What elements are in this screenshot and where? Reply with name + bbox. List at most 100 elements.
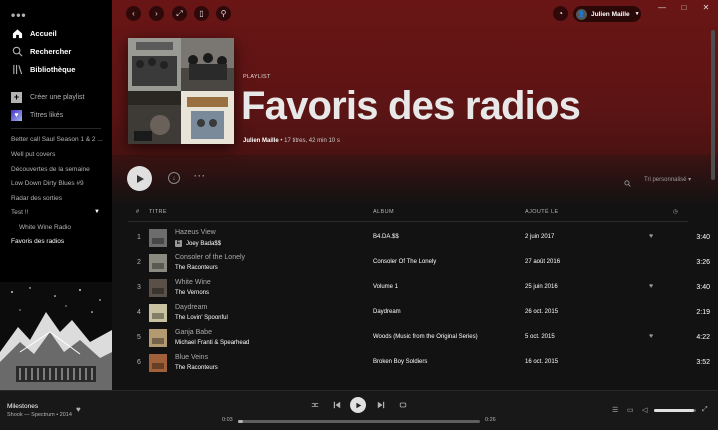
caret-down-icon[interactable]: ▼ (94, 209, 100, 215)
plus-icon: + (11, 92, 22, 103)
track-artist-name[interactable]: The Raconteurs (175, 365, 218, 371)
heart-icon[interactable]: ♥ (649, 233, 653, 240)
skip-back-icon (333, 401, 341, 409)
forward-button[interactable]: › (149, 6, 164, 21)
caret-down-icon: ▼ (634, 11, 640, 17)
track-artist-name[interactable]: The Lovin' Spoonful (175, 315, 228, 321)
track-artist-name[interactable]: Joey Bada$$ (186, 241, 221, 247)
track-album[interactable]: Consoler Of The Lonely (373, 259, 436, 265)
track-artist-name[interactable]: The Raconteurs (175, 265, 218, 271)
fullscreen-button[interactable]: ⤢ (702, 406, 708, 414)
track-title[interactable]: White Wine (175, 279, 211, 286)
track-title[interactable]: Consoler of the Lonely (175, 254, 245, 261)
track-album[interactable]: Broken Boy Soldiers (373, 359, 427, 365)
back-button[interactable]: ‹ (126, 6, 141, 21)
now-playing-cover[interactable] (0, 282, 112, 390)
cover-tile (128, 38, 181, 91)
table-row[interactable]: 6 Blue Veins The Raconteurs Broken Boy Sold… (112, 351, 718, 376)
sort-dropdown[interactable]: Tri personnalisé ▾ (644, 176, 691, 183)
track-title[interactable]: Hazeus View (175, 229, 216, 236)
playlist-search-button[interactable] (624, 174, 631, 192)
link-icon: ⚲ (220, 9, 227, 18)
download-icon: ↓ (172, 174, 176, 182)
playlist-type: PLAYLIST (243, 74, 271, 80)
volume-button[interactable]: ◁ (642, 406, 647, 414)
chevron-right-icon: › (155, 9, 158, 18)
sidebar-divider (11, 128, 101, 129)
devices-icon: ▭ (627, 407, 634, 414)
table-row[interactable]: 2 Consoler of the Lonely The Raconteurs Con… (112, 251, 718, 276)
track-duration: 3:40 (696, 234, 710, 241)
play-button[interactable] (127, 166, 152, 191)
page-title: Favoris des radios (241, 84, 581, 128)
create-playlist-button[interactable]: + Créer une playlist (11, 92, 84, 103)
sidebar-playlist-item[interactable]: Découvertes de la semaine (11, 166, 106, 173)
next-button[interactable] (374, 398, 388, 412)
track-title[interactable]: Blue Veins (175, 354, 208, 361)
col-album[interactable]: ALBUM (373, 209, 394, 215)
track-artist-name[interactable]: The Vernons (175, 290, 209, 296)
track-added-date: 2 juin 2017 (525, 234, 555, 240)
shuffle-button[interactable] (308, 398, 322, 412)
table-row[interactable]: 5 Ganja Babe Michael Franti & Spearhead Woo… (112, 326, 718, 351)
track-title[interactable]: Daydream (175, 304, 207, 311)
sidebar: ••• Accueil Rechercher Bibliothèque + Cr… (0, 0, 112, 390)
download-button[interactable]: ↓ (168, 172, 180, 184)
track-artist[interactable]: The Lovin' Spoonful (175, 315, 228, 321)
progress-bar[interactable] (238, 420, 480, 423)
track-artist-name[interactable]: Michael Franti & Spearhead (175, 340, 249, 346)
track-artist[interactable]: Michael Franti & Spearhead (175, 340, 249, 346)
col-added[interactable]: AJOUTÉ LE (525, 209, 559, 215)
sidebar-playlist-item[interactable]: Radar des sorties (11, 195, 106, 202)
menu-dots-icon[interactable]: ••• (11, 8, 27, 22)
toolbar-button[interactable]: ▯ (194, 6, 209, 21)
heart-icon[interactable]: ♥ (76, 405, 81, 414)
sidebar-folder-item[interactable]: Test !! (11, 209, 106, 216)
sidebar-playlist-item[interactable]: Well put covers (11, 151, 106, 158)
col-title[interactable]: TITRE (149, 209, 167, 215)
now-playing-artist[interactable]: Shook — Spectrum • 2014 (7, 412, 72, 418)
scrollbar[interactable] (711, 30, 715, 180)
close-button[interactable]: ✕ (692, 0, 718, 14)
liked-songs-label: Titres likés (30, 112, 64, 119)
heart-icon[interactable]: ♥ (649, 333, 653, 340)
volume-slider[interactable] (654, 409, 696, 412)
track-artist[interactable]: E Joey Bada$$ (175, 240, 221, 247)
sidebar-playlist-item-active[interactable]: Favoris des radios (11, 238, 106, 245)
heart-icon[interactable]: ♥ (649, 283, 653, 290)
track-album[interactable]: B4.DA.$$ (373, 234, 399, 240)
nav-search[interactable]: Rechercher (11, 45, 71, 57)
play-pause-button[interactable] (350, 397, 366, 413)
user-menu[interactable]: 👤 Julien Maille ▼ (573, 6, 641, 22)
queue-button[interactable]: ☰ (612, 406, 618, 414)
track-artist[interactable]: The Raconteurs (175, 365, 218, 371)
cover-tile (181, 38, 234, 91)
table-row[interactable]: 4 Daydream The Lovin' Spoonful Daydream 26 o… (112, 301, 718, 326)
table-row[interactable]: 1 Hazeus View E Joey Bada$$ B4.DA.$$ 2 juin 2… (112, 226, 718, 251)
track-title[interactable]: Ganja Babe (175, 329, 212, 336)
queue-icon: ☰ (612, 407, 619, 414)
track-artist[interactable]: The Raconteurs (175, 265, 218, 271)
sidebar-playlist-item[interactable]: Better call Saul Season 1 & 2 ... (11, 136, 106, 143)
toolbar-button[interactable]: ⤢ (172, 6, 187, 21)
track-album[interactable]: Woods (Music from the Original Series) (373, 334, 478, 340)
sidebar-playlist-item[interactable]: White Wine Radio (19, 224, 114, 231)
toolbar-button[interactable]: ⚲ (216, 6, 231, 21)
table-row[interactable]: 3 White Wine The Vernons Volume 1 25 juin 20… (112, 276, 718, 301)
notification-button[interactable]: ◔ (553, 6, 568, 21)
more-options-button[interactable]: ··· (194, 171, 206, 181)
nav-home[interactable]: Accueil (11, 27, 57, 39)
track-album[interactable]: Volume 1 (373, 284, 398, 290)
playlist-owner[interactable]: Julien Maille (243, 138, 279, 144)
track-album[interactable]: Daydream (373, 309, 401, 315)
repeat-button[interactable] (396, 398, 410, 412)
sidebar-playlist-item[interactable]: Low Down Dirty Blues #9 (11, 180, 106, 187)
previous-button[interactable] (330, 398, 344, 412)
liked-songs-button[interactable]: ♥ Titres likés (11, 110, 63, 121)
track-added-date: 5 oct. 2015 (525, 334, 555, 340)
nav-library[interactable]: Bibliothèque (11, 63, 75, 75)
now-playing-title[interactable]: Milestones (7, 403, 38, 410)
track-artist[interactable]: The Vernons (175, 290, 209, 296)
track-duration: 3:26 (696, 259, 710, 266)
devices-button[interactable]: ▭ (627, 406, 634, 414)
